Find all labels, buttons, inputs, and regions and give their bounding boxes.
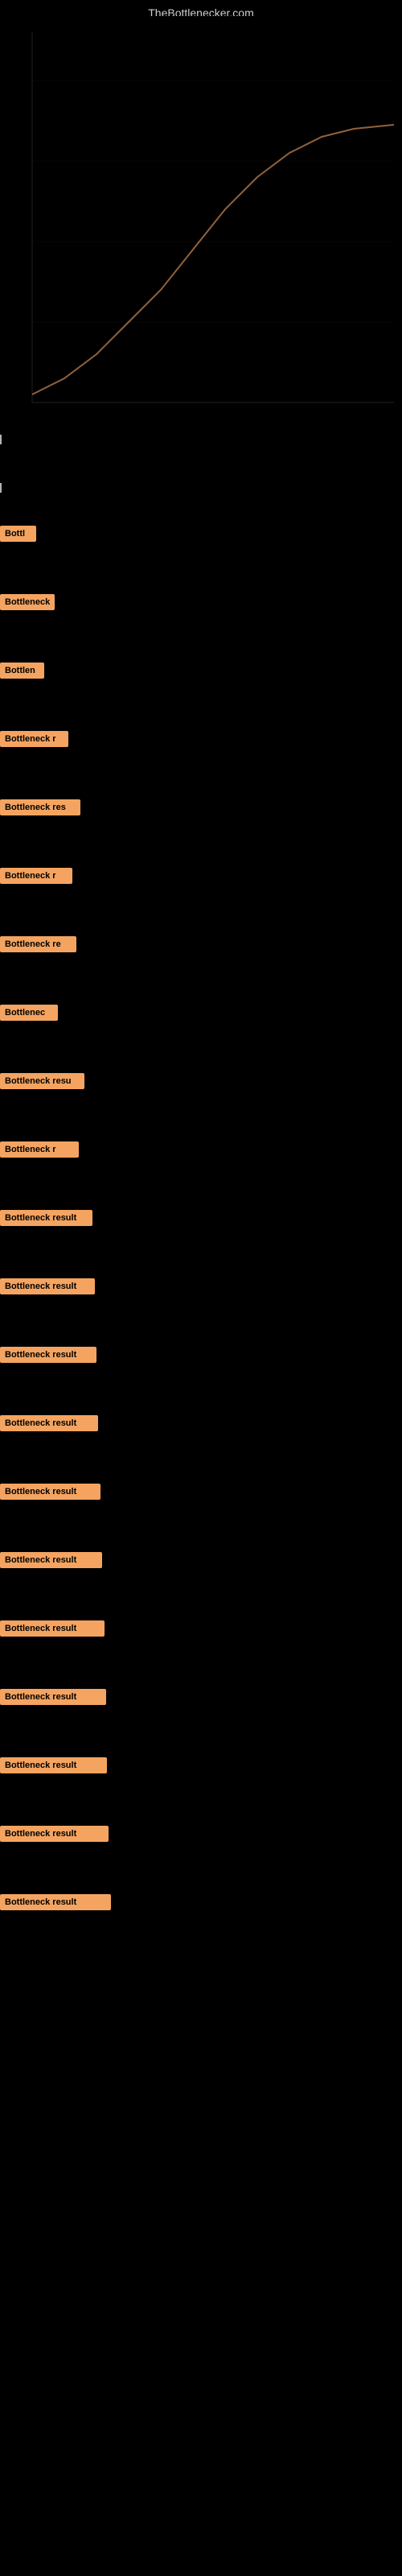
bottleneck-result-badge[interactable]: Bottleneck re	[0, 936, 76, 952]
bottleneck-result-badge[interactable]: Bottleneck res	[0, 799, 80, 815]
bottleneck-result-badge[interactable]: Bottlen	[0, 663, 44, 679]
cursor-indicator-2	[0, 483, 2, 493]
bottleneck-result-badge[interactable]: Bottleneck result	[0, 1620, 105, 1637]
list-item: Bottleneck result	[0, 1799, 402, 1868]
bottleneck-result-badge[interactable]: Bottleneck result	[0, 1347, 96, 1363]
bottleneck-result-badge[interactable]: Bottleneck r	[0, 868, 72, 884]
list-item: Bottleneck result	[0, 1731, 402, 1799]
list-item: Bottleneck result	[0, 1662, 402, 1731]
list-item: Bottleneck result	[0, 1320, 402, 1389]
bottleneck-result-badge[interactable]: Bottleneck result	[0, 1552, 102, 1568]
bottleneck-result-badge[interactable]: Bottleneck result	[0, 1210, 92, 1226]
list-item: Bottleneck r	[0, 704, 402, 773]
list-item: Bottleneck result	[0, 1594, 402, 1662]
bottleneck-result-badge[interactable]: Bottleneck r	[0, 1141, 79, 1158]
list-item: Bottleneck r	[0, 1115, 402, 1183]
bottleneck-result-badge[interactable]: Bottleneck result	[0, 1757, 107, 1773]
bottleneck-result-badge[interactable]: Bottleneck	[0, 594, 55, 610]
bottleneck-result-badge[interactable]: Bottlenec	[0, 1005, 58, 1021]
list-item: Bottleneck	[0, 568, 402, 636]
bottleneck-result-badge[interactable]: Bottleneck r	[0, 731, 68, 747]
list-item: Bottleneck r	[0, 841, 402, 910]
bottleneck-result-badge[interactable]: Bottl	[0, 526, 36, 542]
list-item: Bottleneck resu	[0, 1046, 402, 1115]
list-item: Bottleneck re	[0, 910, 402, 978]
list-item: Bottleneck res	[0, 773, 402, 841]
list-item: Bottleneck result	[0, 1457, 402, 1525]
list-item: Bottl	[0, 499, 402, 568]
bottleneck-result-badge[interactable]: Bottleneck resu	[0, 1073, 84, 1089]
list-item: Bottlenec	[0, 978, 402, 1046]
list-item: Bottlen	[0, 636, 402, 704]
chart-area	[0, 16, 402, 419]
list-item: Bottleneck result	[0, 1183, 402, 1252]
bottleneck-result-badge[interactable]: Bottleneck result	[0, 1415, 98, 1431]
cursor-indicator-1	[0, 435, 2, 444]
list-item: Bottleneck result	[0, 1525, 402, 1594]
results-list: Bottl Bottleneck Bottlen Bottleneck r Bottle…	[0, 499, 402, 1936]
bottleneck-result-badge[interactable]: Bottleneck result	[0, 1689, 106, 1705]
bottleneck-result-badge[interactable]: Bottleneck result	[0, 1826, 109, 1842]
list-item: Bottleneck result	[0, 1252, 402, 1320]
list-item: Bottleneck result	[0, 1868, 402, 1936]
bottleneck-result-badge[interactable]: Bottleneck result	[0, 1484, 100, 1500]
bottleneck-result-badge[interactable]: Bottleneck result	[0, 1894, 111, 1910]
list-item: Bottleneck result	[0, 1389, 402, 1457]
bottleneck-result-badge[interactable]: Bottleneck result	[0, 1278, 95, 1294]
